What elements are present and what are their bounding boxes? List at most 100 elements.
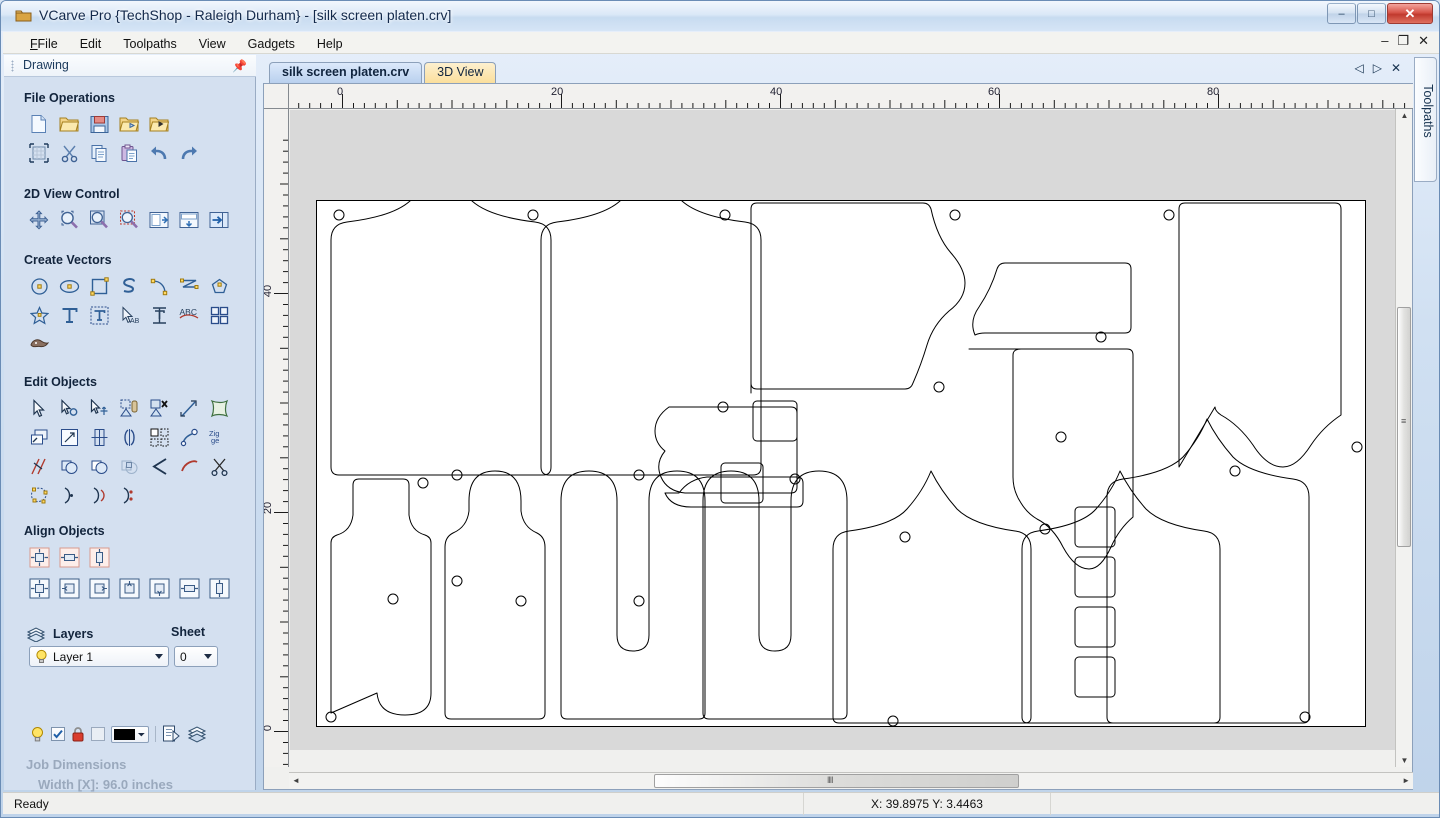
subtract-icon[interactable] bbox=[84, 452, 114, 480]
align-v-job-icon[interactable] bbox=[204, 574, 234, 602]
tab-silk-screen-platen[interactable]: silk screen platen.crv bbox=[269, 62, 423, 83]
move-icon[interactable] bbox=[84, 394, 114, 422]
arc-icon[interactable] bbox=[144, 272, 174, 300]
distort-icon[interactable] bbox=[204, 394, 234, 422]
node-split-icon[interactable] bbox=[114, 481, 144, 509]
align-center-icon[interactable] bbox=[24, 543, 54, 571]
join-vectors-icon[interactable] bbox=[174, 423, 204, 451]
trace-bitmap-icon[interactable] bbox=[24, 330, 54, 358]
layer-color-swatch[interactable] bbox=[111, 725, 149, 743]
lightbulb-visible-icon[interactable] bbox=[30, 726, 45, 743]
cut-icon[interactable] bbox=[54, 139, 84, 167]
tab-next-button[interactable]: ▷ bbox=[1373, 61, 1382, 75]
scroll-down-arrow[interactable]: ▼ bbox=[1396, 756, 1413, 765]
toolpaths-side-tab[interactable]: Toolpaths bbox=[1414, 57, 1437, 182]
toggle-panel-icon[interactable] bbox=[204, 206, 234, 234]
sheet-select[interactable]: 0 bbox=[174, 646, 218, 667]
sharp-corner-icon[interactable] bbox=[144, 452, 174, 480]
pin-icon[interactable]: 📌 bbox=[232, 59, 247, 73]
flip-icon[interactable] bbox=[114, 423, 144, 451]
array-copy-icon[interactable] bbox=[144, 423, 174, 451]
tab-3d-view[interactable]: 3D View bbox=[424, 62, 497, 83]
intersect-icon[interactable] bbox=[114, 452, 144, 480]
pan-icon[interactable] bbox=[24, 206, 54, 234]
open-file-icon[interactable] bbox=[54, 110, 84, 138]
draw-text-icon[interactable] bbox=[54, 301, 84, 329]
zoom-extents-icon[interactable] bbox=[144, 206, 174, 234]
polyline-icon[interactable] bbox=[114, 272, 144, 300]
zoom-selection-icon[interactable] bbox=[84, 206, 114, 234]
align-h-center-icon[interactable] bbox=[54, 543, 84, 571]
scissors-icon[interactable] bbox=[204, 452, 234, 480]
paste-icon[interactable] bbox=[114, 139, 144, 167]
mdi-restore-button[interactable]: ❐ bbox=[1397, 34, 1409, 48]
scroll-right-arrow[interactable]: ► bbox=[1402, 776, 1410, 785]
select-icon[interactable] bbox=[24, 394, 54, 422]
minimize-button[interactable]: – bbox=[1327, 3, 1356, 24]
tab-prev-button[interactable]: ◁ bbox=[1354, 61, 1363, 75]
layer-checkbox-icon[interactable] bbox=[51, 727, 65, 741]
undo-icon[interactable] bbox=[144, 139, 174, 167]
weld-icon[interactable] bbox=[54, 452, 84, 480]
save-file-icon[interactable] bbox=[84, 110, 114, 138]
import-vectors-icon[interactable] bbox=[144, 110, 174, 138]
mdi-close-button[interactable]: ✕ bbox=[1418, 34, 1429, 48]
ellipse-icon[interactable] bbox=[54, 272, 84, 300]
align-center-job-icon[interactable] bbox=[24, 574, 54, 602]
align-bottom-icon[interactable] bbox=[144, 574, 174, 602]
curve-fit-icon[interactable] bbox=[54, 481, 84, 509]
menu-edit[interactable]: Edit bbox=[69, 35, 113, 53]
merge-layers-icon[interactable] bbox=[187, 725, 207, 743]
rectangle-icon[interactable] bbox=[84, 272, 114, 300]
drawing-viewport[interactable] bbox=[290, 110, 1396, 750]
mirror-icon[interactable] bbox=[84, 423, 114, 451]
tab-close-button[interactable]: ✕ bbox=[1391, 61, 1401, 75]
text-select-icon[interactable]: AB bbox=[114, 301, 144, 329]
job-setup-icon[interactable] bbox=[24, 139, 54, 167]
lock-layer-icon[interactable] bbox=[71, 726, 85, 743]
save-as-icon[interactable] bbox=[114, 110, 144, 138]
menu-toolpaths[interactable]: Toolpaths bbox=[112, 35, 188, 53]
layer-select[interactable]: Layer 1 bbox=[29, 646, 169, 667]
zoom-drawing-icon[interactable] bbox=[174, 206, 204, 234]
layer-properties-icon[interactable] bbox=[162, 725, 181, 743]
zoom-in-icon[interactable] bbox=[54, 206, 84, 234]
horizontal-scrollbar-thumb[interactable]: ‖‖ bbox=[654, 774, 1019, 788]
align-left-icon[interactable] bbox=[54, 574, 84, 602]
menu-view[interactable]: View bbox=[188, 35, 237, 53]
vertical-scrollbar[interactable]: ▲ ≡ ▼ bbox=[1395, 109, 1412, 767]
copy-icon[interactable] bbox=[84, 139, 114, 167]
redo-icon[interactable] bbox=[174, 139, 204, 167]
scale-icon[interactable] bbox=[54, 423, 84, 451]
nest-icon[interactable] bbox=[24, 481, 54, 509]
align-right-icon[interactable] bbox=[84, 574, 114, 602]
fillet-icon[interactable] bbox=[24, 452, 54, 480]
curve-icon[interactable] bbox=[174, 272, 204, 300]
horizontal-scrollbar[interactable]: ◄ ‖‖ ► bbox=[289, 772, 1413, 789]
edit-text-icon[interactable] bbox=[84, 301, 114, 329]
set-size-icon[interactable] bbox=[114, 394, 144, 422]
circle-icon[interactable] bbox=[24, 272, 54, 300]
scroll-left-arrow[interactable]: ◄ bbox=[292, 776, 300, 785]
vertical-scrollbar-thumb[interactable]: ≡ bbox=[1397, 307, 1411, 547]
scroll-up-arrow[interactable]: ▲ bbox=[1396, 111, 1413, 120]
close-button[interactable]: ✕ bbox=[1387, 3, 1433, 24]
node-edit-icon[interactable] bbox=[54, 394, 84, 422]
layer-fill-icon[interactable] bbox=[91, 727, 105, 741]
panel-grip[interactable] bbox=[11, 60, 14, 72]
menu-help[interactable]: Help bbox=[306, 35, 354, 53]
auto-text-icon[interactable]: ABC bbox=[174, 301, 204, 329]
text-on-curve-icon[interactable] bbox=[144, 301, 174, 329]
measure-icon[interactable] bbox=[174, 394, 204, 422]
menu-file[interactable]: FFile bbox=[19, 35, 69, 53]
new-file-icon[interactable] bbox=[24, 110, 54, 138]
polygon-icon[interactable] bbox=[204, 272, 234, 300]
maximize-button[interactable]: □ bbox=[1357, 3, 1386, 24]
dimension-icon[interactable] bbox=[204, 301, 234, 329]
menu-gadgets[interactable]: Gadgets bbox=[237, 35, 306, 53]
align-h-job-icon[interactable] bbox=[174, 574, 204, 602]
align-v-center-icon[interactable] bbox=[84, 543, 114, 571]
star-icon[interactable] bbox=[24, 301, 54, 329]
zoom-box-icon[interactable] bbox=[114, 206, 144, 234]
delete-node-icon[interactable] bbox=[144, 394, 174, 422]
